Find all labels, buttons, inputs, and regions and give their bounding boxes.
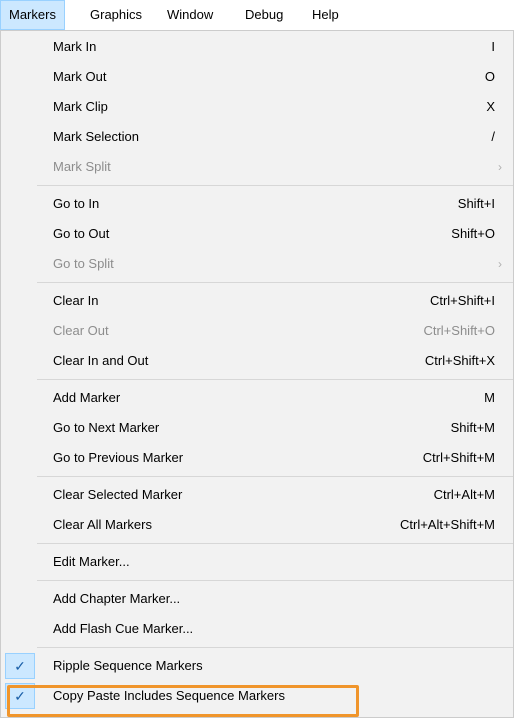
- menu-separator: [37, 647, 513, 648]
- menu-item-shortcut: Ctrl+Shift+X: [424, 353, 495, 368]
- menu-item-label: Go to Out: [53, 226, 110, 241]
- menu-item-go-to-previous-marker[interactable]: Go to Previous Marker Ctrl+Shift+M: [2, 443, 512, 473]
- menu-item-mark-clip[interactable]: Mark Clip X: [2, 92, 512, 122]
- menu-item-shortcut: Shift+I: [457, 196, 495, 211]
- menu-separator: [37, 476, 513, 477]
- menubar-item-markers[interactable]: Markers: [0, 0, 65, 30]
- menu-item-label: Mark Clip: [53, 99, 108, 114]
- menu-item-label: Add Chapter Marker...: [53, 591, 181, 606]
- menu-bar: Markers Graphics Window Debug Help: [0, 0, 516, 30]
- menu-item-edit-marker[interactable]: Edit Marker...: [2, 547, 512, 577]
- menu-item-clear-in[interactable]: Clear In Ctrl+Shift+I: [2, 286, 512, 316]
- menu-item-label: Clear In and Out: [53, 353, 149, 368]
- menu-item-shortcut: Shift+M: [450, 420, 495, 435]
- chevron-right-icon: ›: [498, 257, 502, 271]
- menu-item-shortcut: Ctrl+Shift+I: [429, 293, 495, 308]
- menu-item-label: Edit Marker...: [53, 554, 130, 569]
- menu-item-go-to-out[interactable]: Go to Out Shift+O: [2, 219, 512, 249]
- menu-item-label: Add Flash Cue Marker...: [53, 621, 194, 636]
- menu-item-shortcut: O: [484, 69, 495, 84]
- menu-item-clear-out: Clear Out Ctrl+Shift+O: [2, 316, 512, 346]
- menu-item-go-to-in[interactable]: Go to In Shift+I: [2, 189, 512, 219]
- menu-item-shortcut: Ctrl+Shift+M: [422, 450, 495, 465]
- menubar-item-graphics[interactable]: Graphics: [82, 0, 150, 30]
- menu-separator: [37, 185, 513, 186]
- menubar-item-debug[interactable]: Debug: [237, 0, 291, 30]
- menu-item-label: Clear All Markers: [53, 517, 152, 532]
- markers-dropdown-menu: Mark In I Mark Out O Mark Clip X Mark Selectio…: [0, 30, 514, 718]
- menu-item-shortcut: M: [484, 390, 495, 405]
- menu-item-go-to-next-marker[interactable]: Go to Next Marker Shift+M: [2, 413, 512, 443]
- menu-item-mark-in[interactable]: Mark In I: [2, 32, 512, 62]
- menu-item-label: Clear Selected Marker: [53, 487, 183, 502]
- menubar-item-help[interactable]: Help: [304, 0, 347, 30]
- menu-item-mark-selection[interactable]: Mark Selection /: [2, 122, 512, 152]
- menu-item-clear-in-and-out[interactable]: Clear In and Out Ctrl+Shift+X: [2, 346, 512, 376]
- check-icon: ✓: [5, 653, 35, 679]
- menu-item-shortcut: Shift+O: [451, 226, 495, 241]
- menu-item-shortcut: X: [486, 99, 495, 114]
- menu-item-clear-all-markers[interactable]: Clear All Markers Ctrl+Alt+Shift+M: [2, 510, 512, 540]
- menu-item-shortcut: Ctrl+Alt+Shift+M: [399, 517, 495, 532]
- menu-item-mark-out[interactable]: Mark Out O: [2, 62, 512, 92]
- menu-item-go-to-split: Go to Split ›: [2, 249, 512, 279]
- menu-item-label: Mark Selection: [53, 129, 139, 144]
- menu-item-shortcut: Ctrl+Shift+O: [423, 323, 495, 338]
- menu-item-label: Go to Next Marker: [53, 420, 160, 435]
- highlight-outline: [7, 685, 359, 717]
- menu-item-label: Mark Split: [53, 159, 111, 174]
- menu-separator: [37, 379, 513, 380]
- menu-item-ripple-sequence-markers[interactable]: ✓ Ripple Sequence Markers: [2, 651, 512, 681]
- menu-item-shortcut: I: [491, 39, 495, 54]
- menu-item-label: Clear In: [53, 293, 99, 308]
- menu-item-clear-selected-marker[interactable]: Clear Selected Marker Ctrl+Alt+M: [2, 480, 512, 510]
- menu-separator: [37, 580, 513, 581]
- menu-item-label: Mark Out: [53, 69, 107, 84]
- menu-item-add-marker[interactable]: Add Marker M: [2, 383, 512, 413]
- chevron-right-icon: ›: [498, 160, 502, 174]
- menubar-item-window[interactable]: Window: [159, 0, 221, 30]
- menu-item-add-chapter-marker[interactable]: Add Chapter Marker...: [2, 584, 512, 614]
- menu-item-mark-split: Mark Split ›: [2, 152, 512, 182]
- menu-item-label: Go to Previous Marker: [53, 450, 184, 465]
- menu-item-shortcut: Ctrl+Alt+M: [433, 487, 495, 502]
- menu-item-label: Mark In: [53, 39, 97, 54]
- menu-item-add-flash-cue-marker[interactable]: Add Flash Cue Marker...: [2, 614, 512, 644]
- menu-item-label: Go to Split: [53, 256, 114, 271]
- menu-item-label: Add Marker: [53, 390, 121, 405]
- menu-item-label: Go to In: [53, 196, 100, 211]
- menu-separator: [37, 543, 513, 544]
- menu-separator: [37, 282, 513, 283]
- menu-item-shortcut: /: [491, 129, 495, 144]
- menu-item-label: Clear Out: [53, 323, 109, 338]
- menu-item-label: Ripple Sequence Markers: [53, 658, 203, 673]
